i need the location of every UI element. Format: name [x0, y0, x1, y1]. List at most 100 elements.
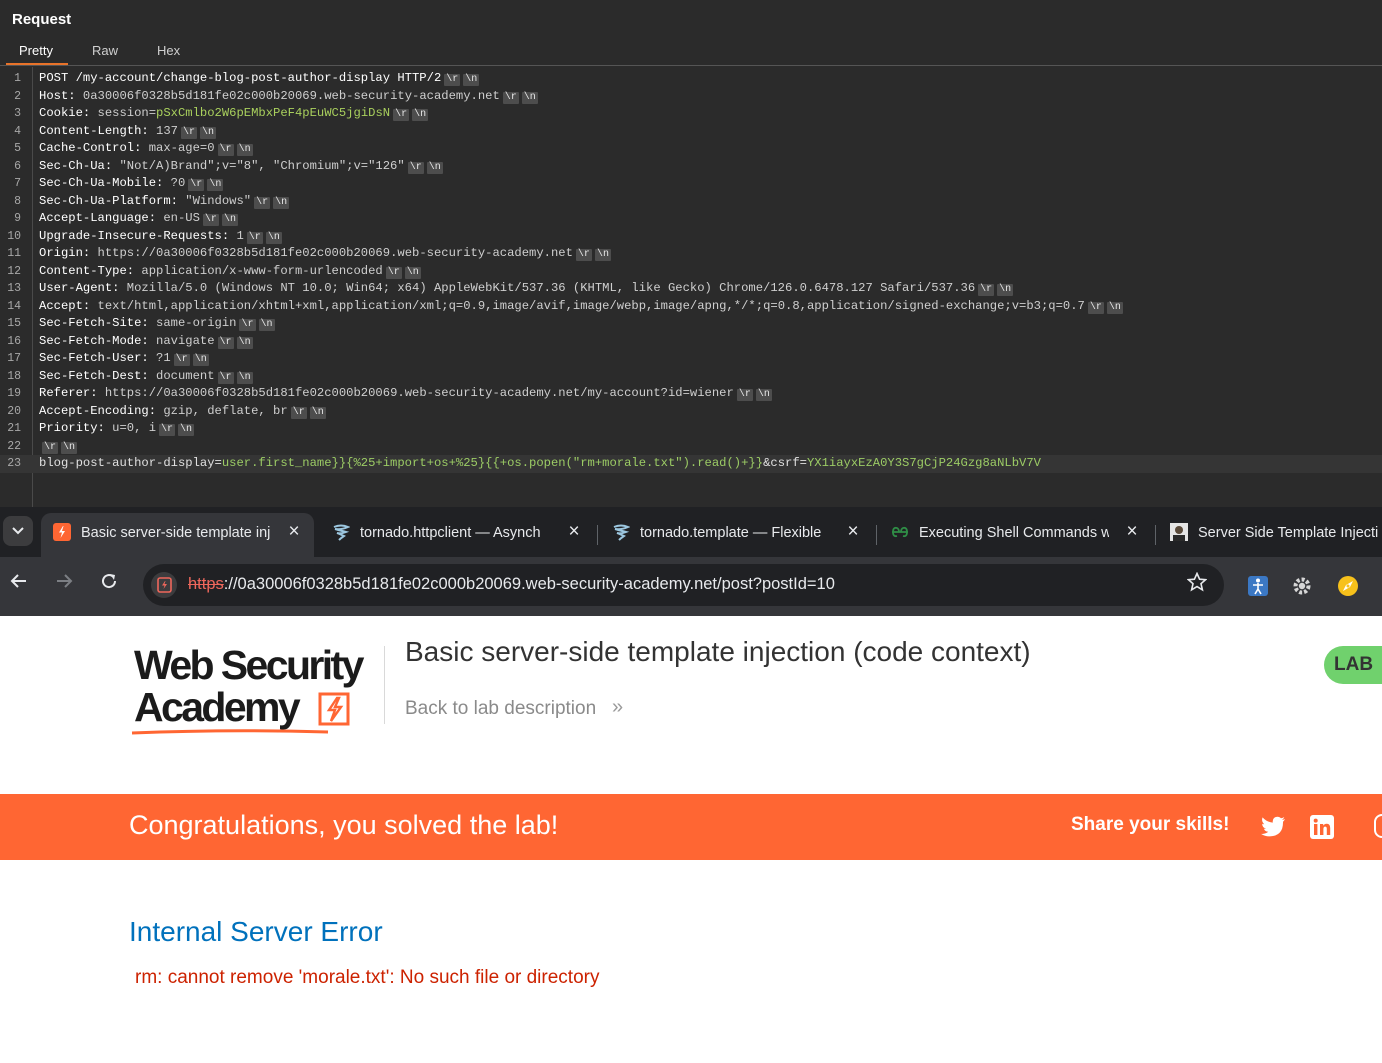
line-code: Sec-Ch-Ua-Mobile: ?0 \r \n	[39, 175, 224, 193]
extension-gear-icon[interactable]	[1289, 573, 1315, 599]
lf-marker: \n	[221, 214, 238, 226]
line-number: 14	[7, 299, 21, 313]
back-to-lab-description-link[interactable]: Back to lab description	[405, 698, 596, 720]
solved-banner: Congratulations, you solved the lab! Sha…	[0, 794, 1382, 860]
line-code: Accept: text/html,application/xhtml+xml,…	[39, 298, 1123, 316]
browser-tab-1[interactable]: tornado.httpclient — Asynch ×	[320, 513, 593, 557]
cr-marker: \r	[407, 161, 424, 174]
lf-marker: \n	[192, 354, 209, 366]
header-value: https://0a30006f0328b5d181fe02c000b20069…	[97, 386, 734, 400]
header-name: Cache-Control:	[39, 141, 142, 155]
close-tab-icon[interactable]: ×	[842, 521, 864, 543]
header-value: "Windows"	[177, 193, 252, 208]
extension-accessibility-icon[interactable]	[1245, 573, 1271, 599]
request-line: 5 Cache-Control: max-age=0 \r \n	[0, 140, 1382, 158]
line-code: Sec-Fetch-Mode: navigate \r \n	[39, 333, 253, 351]
line-code: Sec-Fetch-User: ?1 \r \n	[39, 350, 209, 368]
cr-marker: \r	[978, 284, 995, 296]
close-tab-icon[interactable]: ×	[283, 521, 305, 543]
tab-search-button[interactable]	[3, 516, 33, 546]
header-name: Sec-Ch-Ua-Platform:	[39, 193, 178, 208]
extension-compass-icon[interactable]	[1335, 573, 1361, 599]
lab-title: Basic server-side template injection (co…	[405, 636, 1031, 667]
reload-icon[interactable]	[100, 572, 118, 596]
line-code: blog-post-author-display=user.first_name…	[39, 455, 1041, 473]
request-line: 7 Sec-Ch-Ua-Mobile: ?0 \r \n	[0, 175, 1382, 193]
close-tab-icon[interactable]: ×	[563, 521, 585, 543]
body-param-name: blog-post-author-display=	[39, 456, 222, 470]
tab-raw[interactable]: Raw	[92, 43, 118, 58]
lf-marker: \n	[273, 196, 290, 209]
browser-tab-0[interactable]: Basic server-side template inj ×	[41, 513, 314, 557]
browser-tab-title: Basic server-side template inj	[81, 525, 271, 541]
bookmark-star-icon[interactable]	[1186, 571, 1208, 598]
twitter-icon[interactable]	[1261, 816, 1286, 838]
lab-badge-label: LAB	[1334, 654, 1374, 675]
cr-marker: \r	[290, 406, 307, 419]
request-line: 10 Upgrade-Insecure-Requests: 1 \r \n	[0, 228, 1382, 246]
site-info-icon[interactable]	[151, 572, 177, 598]
header-value: document	[148, 368, 215, 383]
header-name: Accept-Encoding:	[39, 403, 157, 418]
line-number: 5	[14, 142, 21, 155]
header-name: Upgrade-Insecure-Requests:	[39, 228, 230, 243]
lf-marker: \n	[236, 371, 253, 384]
header-divider	[384, 646, 385, 724]
linkedin-icon[interactable]	[1310, 815, 1334, 839]
header-name: Cookie:	[39, 106, 91, 120]
request-line-text: POST /my-account/change-blog-post-author…	[39, 71, 442, 85]
back-arrow-icon[interactable]	[10, 572, 28, 596]
double-chevron-right-icon: »	[612, 696, 623, 718]
tab-hex[interactable]: Hex	[157, 43, 180, 58]
lf-marker: \n	[755, 389, 772, 401]
line-number: 19	[7, 387, 21, 400]
tornado-icon	[332, 523, 351, 541]
forward-arrow-icon[interactable]	[55, 572, 73, 596]
request-panel-title: Request	[12, 11, 72, 28]
request-line: 18 Sec-Fetch-Dest: document \r \n	[0, 368, 1382, 386]
lf-marker: \n	[594, 249, 611, 261]
lf-marker: \n	[463, 74, 480, 86]
lf-marker: \n	[426, 161, 443, 174]
logo-underline	[130, 724, 330, 742]
header-value: "Not/A)Brand";v="8", "Chromium";v="126"	[112, 158, 405, 173]
close-tab-icon[interactable]: ×	[1121, 521, 1143, 543]
logo-text-line1: Web Security	[134, 642, 364, 688]
line-number: 4	[14, 124, 21, 138]
line-number: 12	[7, 264, 21, 278]
url-scheme-insecure: https	[188, 575, 224, 593]
share-more-icon[interactable]	[1374, 814, 1382, 838]
lf-marker: \n	[265, 231, 282, 244]
cr-marker: \r	[502, 91, 519, 104]
line-code: Origin: https://0a30006f0328b5d181fe02c0…	[39, 245, 611, 263]
lf-marker: \n	[236, 336, 253, 349]
web-security-academy-logo[interactable]: Web Security Academy	[130, 638, 385, 738]
cr-marker: \r	[188, 179, 205, 191]
line-number: 15	[7, 317, 21, 330]
request-line: 3 Cookie: session=pSxCmlbo2W6pEMbxPeF4pEu…	[0, 105, 1382, 123]
line-number: 7	[14, 177, 21, 190]
line-number: 2	[14, 89, 21, 103]
browser-tab-3[interactable]: Executing Shell Commands w ×	[879, 513, 1152, 557]
tab-divider	[597, 525, 598, 545]
cr-marker: \r	[254, 196, 271, 209]
browser-tab-2[interactable]: tornado.template — Flexible ×	[600, 513, 873, 557]
header-value: text/html,application/xhtml+xml,applicat…	[90, 298, 1085, 313]
tornado-icon	[612, 523, 631, 541]
cr-marker: \r	[575, 249, 592, 261]
cr-marker: \r	[180, 126, 197, 139]
address-bar[interactable]: https://0a30006f0328b5d181fe02c000b20069…	[143, 564, 1224, 606]
line-number: 13	[7, 282, 21, 295]
profile-thumbnail-icon	[1170, 523, 1188, 541]
line-number: 18	[7, 369, 21, 383]
request-line: 19 Referer: https://0a30006f0328b5d181fe0…	[0, 385, 1382, 403]
request-line: 9 Accept-Language: en-US \r \n	[0, 210, 1382, 228]
tab-pretty[interactable]: Pretty	[19, 43, 53, 58]
chevron-down-icon	[12, 523, 24, 538]
line-code: Sec-Ch-Ua-Platform: "Windows" \r \n	[39, 193, 290, 211]
line-number: 9	[14, 212, 21, 225]
request-editor[interactable]: 1 POST /my-account/change-blog-post-autho…	[0, 67, 1382, 507]
lf-marker: \n	[309, 406, 326, 419]
request-line: 20 Accept-Encoding: gzip, deflate, br \r \n	[0, 403, 1382, 421]
browser-tab-4[interactable]: Server Side Template Injecti	[1158, 513, 1382, 557]
